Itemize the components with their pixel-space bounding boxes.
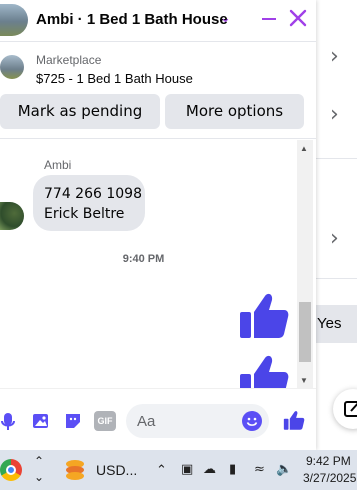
scrollbar-thumb[interactable] [299,302,311,362]
thumbs-up-message[interactable] [238,352,290,388]
emoji-icon[interactable] [242,411,262,431]
microphone-icon[interactable] [0,411,20,431]
taskbar: ⌃ ⌄ USD... ⌃ ▣ ☁ ▮ ≈ 🔈 9:42 PM 3/27/2025 [0,450,357,490]
listing-title: $725 - 1 Bed 1 Bath House [36,71,193,86]
thumbs-up-icon [240,355,289,388]
sender-avatar[interactable] [0,202,24,230]
chrome-icon[interactable] [0,459,22,481]
show-hidden-icons[interactable]: ⌃ [156,462,167,478]
message-bubble[interactable]: 774 266 1098 Erick Beltre [33,175,145,231]
minimize-icon[interactable] [262,18,276,20]
taskbar-app-label[interactable]: USD... [96,462,137,478]
photo-icon[interactable] [31,411,51,431]
listing-thumbnail [0,55,24,79]
clock-date[interactable]: 3/27/2025 [303,471,356,485]
chat-window: Ambi · 1 Bed 1 Bath House ⌄ Marketplace … [0,0,316,450]
gif-button[interactable]: GIF [94,411,116,431]
message-line: 774 266 1098 [44,186,142,202]
marketplace-listing[interactable]: Marketplace $725 - 1 Bed 1 Bath House [0,46,316,90]
battery-icon[interactable]: ▮ [229,462,236,477]
close-icon[interactable] [288,8,308,28]
meet-now-icon[interactable]: ▣ [181,462,193,477]
thumbs-up-icon[interactable] [283,409,305,431]
speaker-icon[interactable]: 🔈 [276,462,292,477]
currency-app-icon[interactable] [64,457,86,483]
contact-avatar[interactable] [0,4,28,36]
mark-as-pending-button[interactable]: Mark as pending [0,94,160,129]
chat-header[interactable]: Ambi · 1 Bed 1 Bath House ⌄ [0,0,316,42]
scroll-up-arrow[interactable]: ▲ [300,144,308,153]
message-composer: GIF [0,388,316,450]
sender-name: Ambi [44,158,72,172]
chevron-right-icon[interactable]: › [330,102,339,127]
message-line: Erick Beltre [44,206,125,222]
more-options-button[interactable]: More options [165,94,304,129]
thumbs-up-icon[interactable] [238,290,290,340]
marketplace-label: Marketplace [36,53,102,67]
sticker-icon[interactable] [63,411,83,431]
clock-time[interactable]: 9:42 PM [306,454,351,468]
chevron-down-icon[interactable]: ⌄ [220,10,231,26]
chevron-up-icon[interactable]: ⌃ [34,454,44,468]
chevron-right-icon[interactable]: › [330,226,339,251]
divider [316,278,357,279]
divider [316,158,357,159]
compose-button[interactable] [333,389,357,429]
divider [0,138,316,139]
chevron-down-icon[interactable]: ⌄ [34,470,44,484]
edit-icon [344,401,357,417]
onedrive-icon[interactable]: ☁ [203,462,216,477]
smiley-face-icon [246,417,258,426]
wifi-icon[interactable]: ≈ [254,462,265,477]
scroll-down-arrow[interactable]: ▼ [300,376,308,385]
chevron-right-icon[interactable]: › [330,44,339,69]
message-timestamp: 9:40 PM [122,253,165,265]
chat-title[interactable]: Ambi · 1 Bed 1 Bath House [36,11,228,28]
